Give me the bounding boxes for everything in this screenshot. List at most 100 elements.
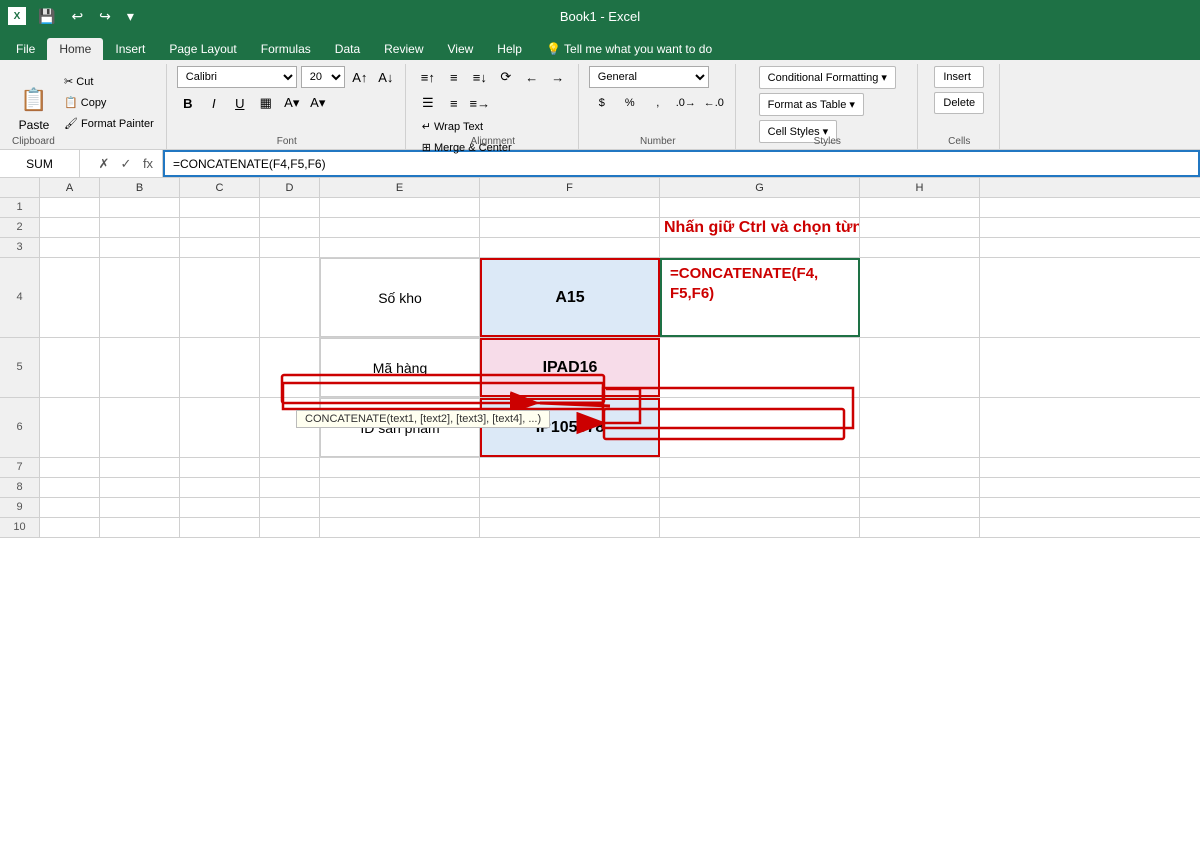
cell-c3[interactable] [180, 238, 260, 257]
cell-c6[interactable] [180, 398, 260, 457]
cell-b6[interactable] [100, 398, 180, 457]
align-right-button[interactable]: ≡→ [468, 92, 492, 114]
cell-h10[interactable] [860, 518, 980, 537]
italic-button[interactable]: I [203, 92, 225, 114]
tab-file[interactable]: File [4, 38, 47, 60]
cell-c7[interactable] [180, 458, 260, 477]
copy-button[interactable]: 📋 Copy [60, 94, 158, 111]
decimal-increase-button[interactable]: .0→ [673, 92, 699, 114]
font-size-select[interactable]: 20 [301, 66, 345, 88]
cell-f4-value[interactable]: A15 [480, 258, 660, 337]
cell-g1[interactable] [660, 198, 860, 217]
redo-qat-button[interactable]: ↪ [95, 6, 115, 27]
cell-a4[interactable] [40, 258, 100, 337]
conditional-formatting-button[interactable]: Conditional Formatting ▾ [759, 66, 896, 89]
cell-c5[interactable] [180, 338, 260, 397]
cell-h5[interactable] [860, 338, 980, 397]
cell-a8[interactable] [40, 478, 100, 497]
cell-f9[interactable] [480, 498, 660, 517]
indent-decrease-button[interactable]: ← [520, 66, 544, 88]
cell-c10[interactable] [180, 518, 260, 537]
cell-d8[interactable] [260, 478, 320, 497]
cell-d2[interactable] [260, 218, 320, 237]
tab-review[interactable]: Review [372, 38, 435, 60]
indent-increase-button[interactable]: → [546, 66, 570, 88]
cell-e10[interactable] [320, 518, 480, 537]
tab-view[interactable]: View [436, 38, 486, 60]
cell-f2[interactable] [480, 218, 660, 237]
cell-f5-value[interactable]: IPAD16 [480, 338, 660, 397]
cell-h3[interactable] [860, 238, 980, 257]
align-left-button[interactable]: ☰ [416, 92, 440, 114]
cell-g7[interactable] [660, 458, 860, 477]
cell-e1[interactable] [320, 198, 480, 217]
format-painter-button[interactable]: 🖌 Format Painter [60, 115, 158, 132]
font-shrink-button[interactable]: A↓ [375, 66, 397, 88]
cell-b7[interactable] [100, 458, 180, 477]
font-color-button[interactable]: A▾ [307, 92, 329, 114]
cell-c2[interactable] [180, 218, 260, 237]
cell-f1[interactable] [480, 198, 660, 217]
cell-d3[interactable] [260, 238, 320, 257]
delete-button[interactable]: Delete [934, 92, 984, 114]
cell-c9[interactable] [180, 498, 260, 517]
cell-g3[interactable] [660, 238, 860, 257]
bold-button[interactable]: B [177, 92, 199, 114]
name-box[interactable]: SUM [0, 150, 80, 177]
insert-button[interactable]: Insert [934, 66, 984, 88]
cell-g8[interactable] [660, 478, 860, 497]
cell-e8[interactable] [320, 478, 480, 497]
cell-b4[interactable] [100, 258, 180, 337]
tab-tell-me[interactable]: 💡 Tell me what you want to do [534, 38, 724, 60]
tab-formulas[interactable]: Formulas [249, 38, 323, 60]
tab-help[interactable]: Help [485, 38, 534, 60]
cut-button[interactable]: ✂ Cut [60, 73, 158, 90]
customize-qat-button[interactable]: ▾ [123, 6, 138, 27]
font-grow-button[interactable]: A↑ [349, 66, 371, 88]
paste-button[interactable]: 📋 Paste [12, 78, 56, 138]
cell-c1[interactable] [180, 198, 260, 217]
cell-a6[interactable] [40, 398, 100, 457]
cell-b10[interactable] [100, 518, 180, 537]
format-as-table-button[interactable]: Format as Table ▾ [759, 93, 864, 116]
formula-input[interactable] [163, 150, 1200, 177]
cell-d10[interactable] [260, 518, 320, 537]
cell-h6[interactable] [860, 398, 980, 457]
cell-g6[interactable] [660, 398, 860, 457]
align-top-button[interactable]: ≡↑ [416, 66, 440, 88]
cell-a10[interactable] [40, 518, 100, 537]
cell-a5[interactable] [40, 338, 100, 397]
cell-d4[interactable] [260, 258, 320, 337]
cell-d1[interactable] [260, 198, 320, 217]
dollar-button[interactable]: $ [589, 92, 615, 114]
tab-page-layout[interactable]: Page Layout [157, 38, 248, 60]
cell-f7[interactable] [480, 458, 660, 477]
cell-e9[interactable] [320, 498, 480, 517]
cell-f8[interactable] [480, 478, 660, 497]
cell-b1[interactable] [100, 198, 180, 217]
cell-h8[interactable] [860, 478, 980, 497]
cell-c8[interactable] [180, 478, 260, 497]
confirm-formula-button[interactable]: ✓ [116, 154, 136, 174]
cell-e5-ma-hang[interactable]: Mã hàng [320, 338, 480, 397]
cell-d9[interactable] [260, 498, 320, 517]
cell-b9[interactable] [100, 498, 180, 517]
cell-c4[interactable] [180, 258, 260, 337]
align-bottom-button[interactable]: ≡↓ [468, 66, 492, 88]
cell-g2[interactable]: Nhấn giữ Ctrl và chọn từng ô [660, 218, 860, 237]
cell-e4-so-kho[interactable]: Số kho [320, 258, 480, 337]
cell-b5[interactable] [100, 338, 180, 397]
cell-b3[interactable] [100, 238, 180, 257]
save-qat-button[interactable]: 💾 [34, 6, 59, 27]
cell-h9[interactable] [860, 498, 980, 517]
cell-b2[interactable] [100, 218, 180, 237]
number-format-select[interactable]: General [589, 66, 709, 88]
undo-qat-button[interactable]: ↩ [67, 6, 87, 27]
insert-function-button[interactable]: fx [138, 154, 158, 174]
cell-e2[interactable] [320, 218, 480, 237]
tab-home[interactable]: Home [47, 38, 103, 60]
cell-f10[interactable] [480, 518, 660, 537]
cell-d5[interactable] [260, 338, 320, 397]
underline-button[interactable]: U [229, 92, 251, 114]
align-middle-button[interactable]: ≡ [442, 66, 466, 88]
